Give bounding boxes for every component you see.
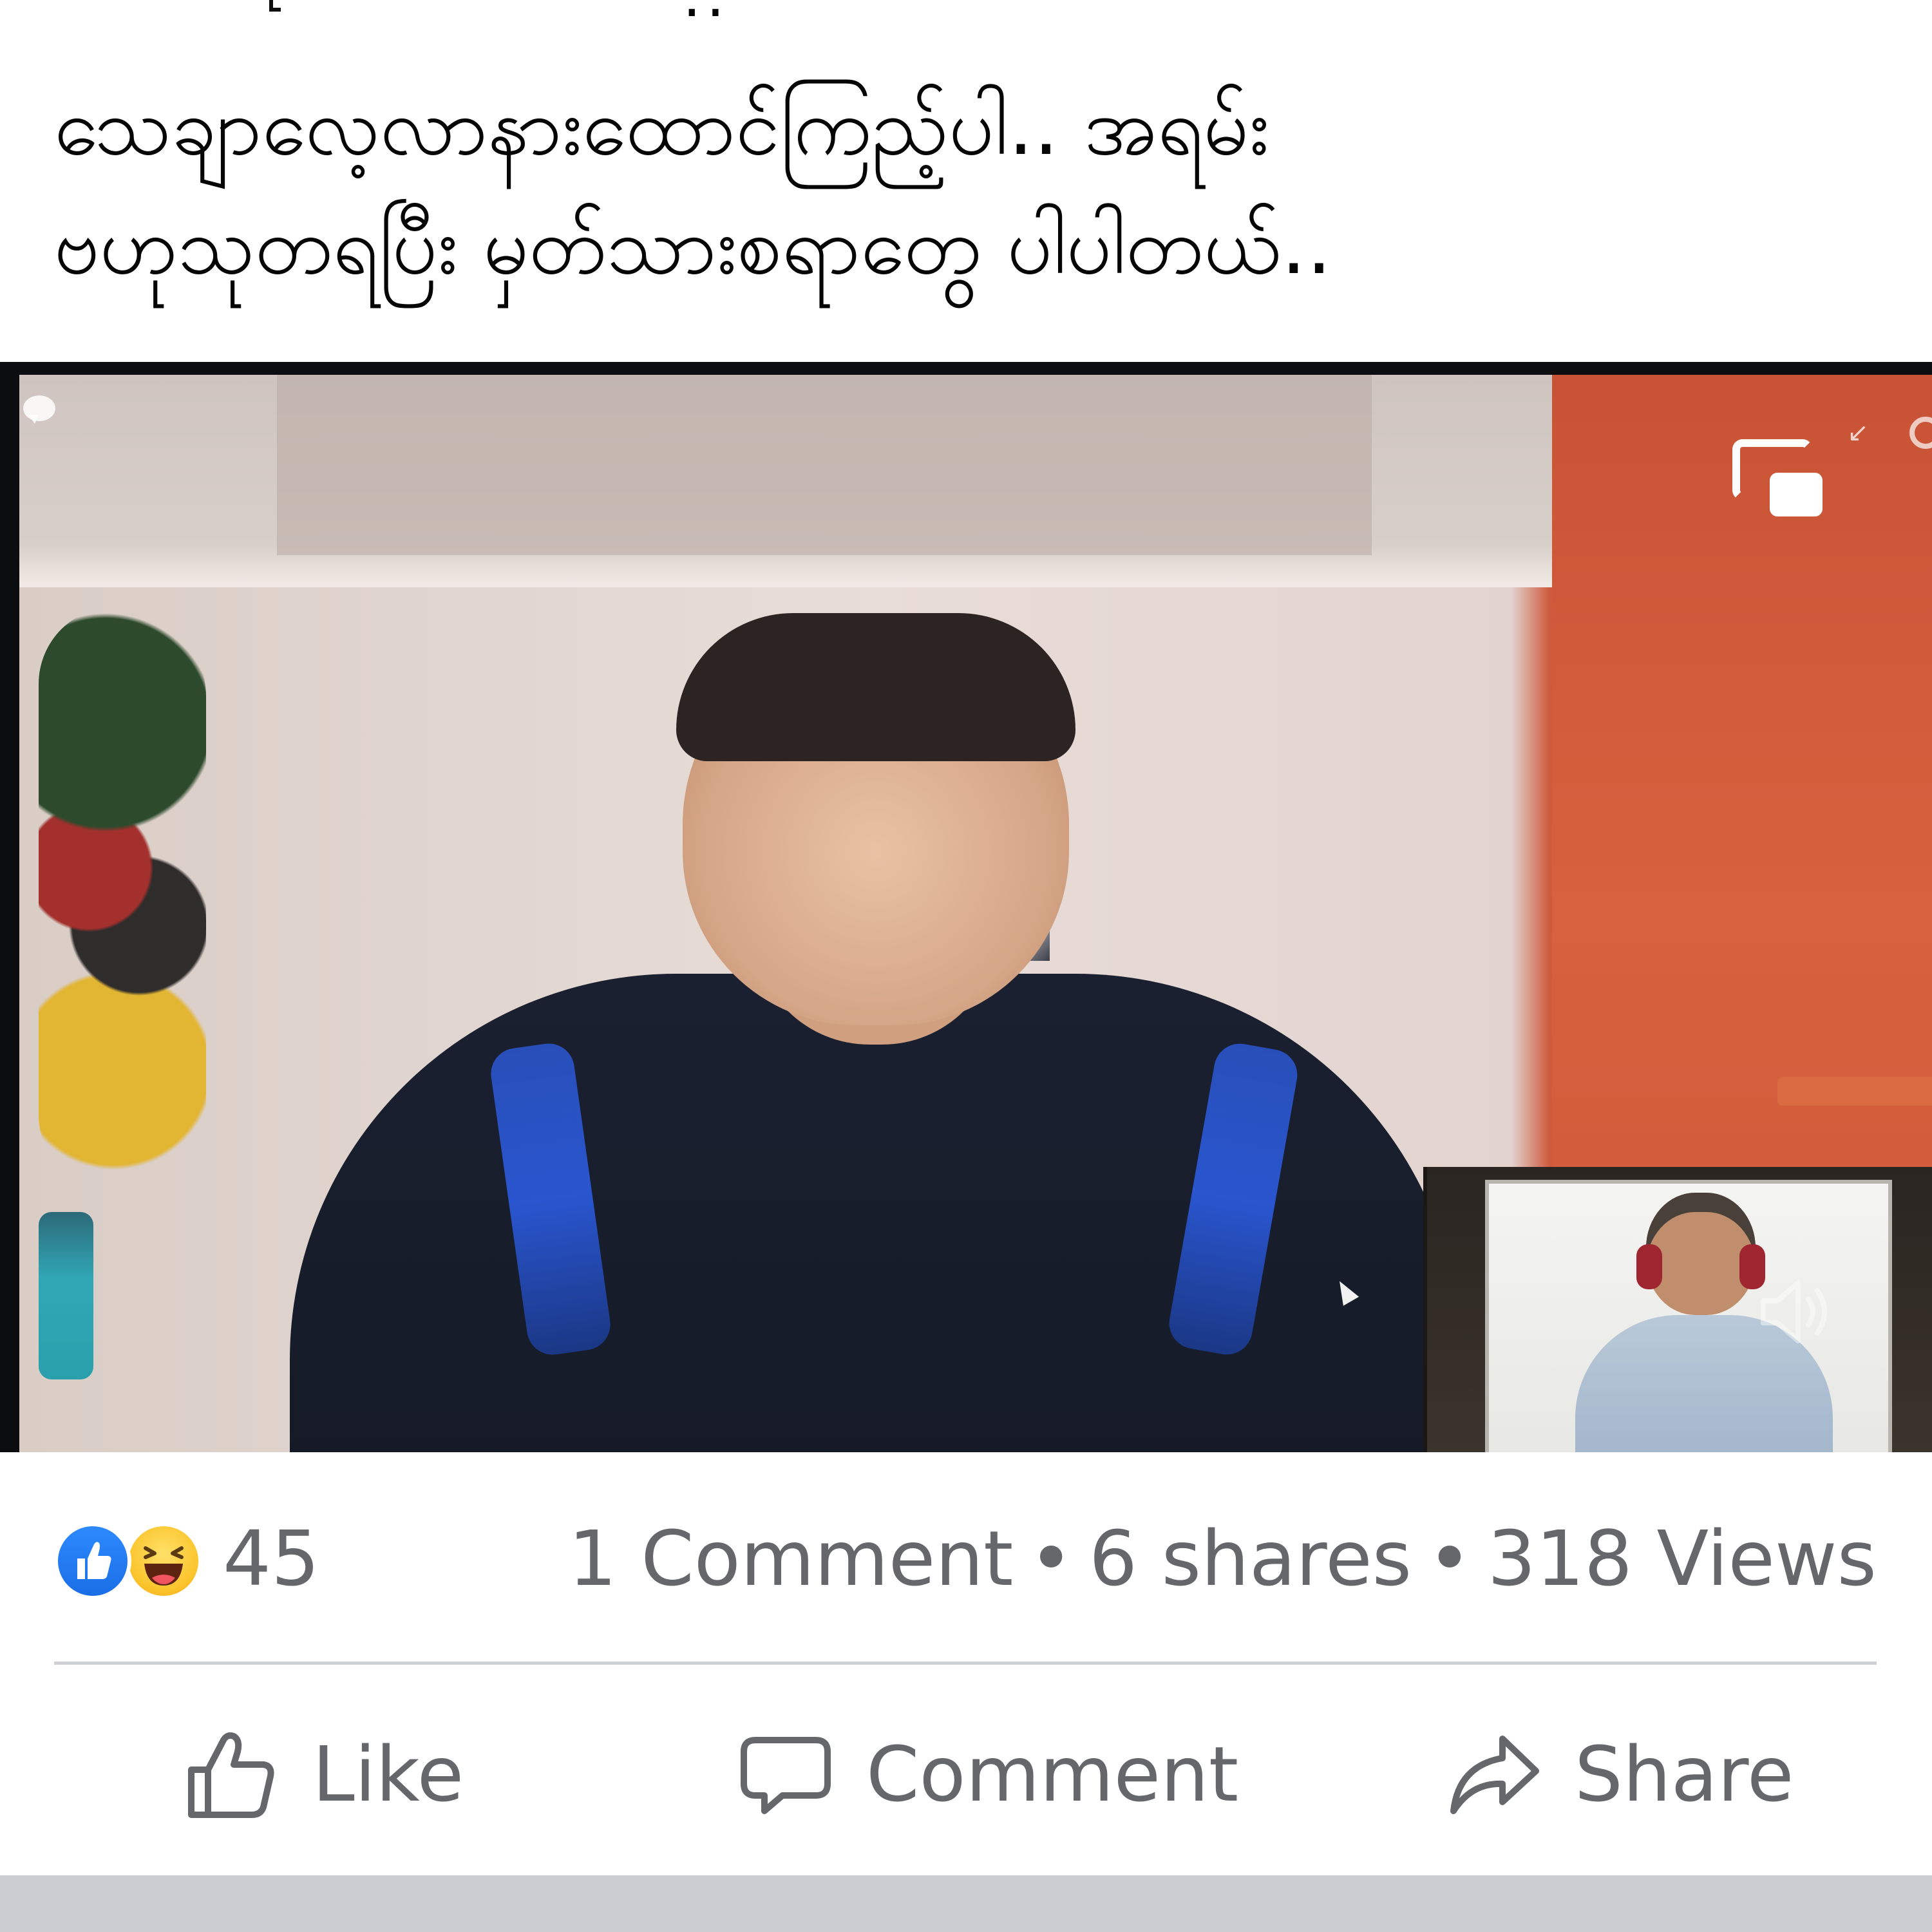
- comment-count[interactable]: 1 Comment: [569, 1514, 1014, 1603]
- volume-icon[interactable]: [1758, 1276, 1835, 1347]
- video-scene-bottle: [39, 1212, 93, 1379]
- like-reaction-icon: [54, 1522, 131, 1600]
- share-button[interactable]: Share: [1446, 1694, 1794, 1855]
- feed-separator: [0, 1875, 1932, 1932]
- reaction-summary: 45 1 Comment • 6 shares • 318 Views: [54, 1513, 1877, 1604]
- like-label: Like: [312, 1730, 464, 1819]
- minimize-icon[interactable]: ↙: [1842, 417, 1874, 449]
- comment-button[interactable]: Comment: [737, 1694, 1238, 1855]
- reaction-count[interactable]: 45: [223, 1517, 319, 1600]
- share-label: Share: [1575, 1730, 1794, 1819]
- reaction-icons[interactable]: [54, 1522, 209, 1600]
- video-scene-shelf: [1777, 1077, 1932, 1106]
- stat-separator: •: [1427, 1514, 1472, 1603]
- view-count[interactable]: 318 Views: [1488, 1514, 1877, 1603]
- video-frame[interactable]: [19, 375, 1932, 1452]
- chat-bubble-icon[interactable]: [23, 395, 55, 424]
- post-stats: 1 Comment • 6 shares • 318 Views: [569, 1517, 1877, 1600]
- caption-fragment-text: ..: [683, 0, 730, 19]
- video-inset-speaker[interactable]: [1423, 1167, 1932, 1452]
- comment-bubble-icon: [741, 1737, 831, 1814]
- caption-line-2: ဗဟုသုတရပြီး မှတ်သားစရာတွေ ပါပါတယ်..: [54, 200, 1332, 292]
- video-player[interactable]: ↙: [0, 362, 1932, 1452]
- caption-fragment: ..: [264, 0, 753, 19]
- video-main-speaker: [290, 613, 1462, 1452]
- divider: [54, 1662, 1877, 1665]
- picture-in-picture-icon[interactable]: [1732, 439, 1823, 516]
- caption-line-1: သေချာလေ့လာနားထောင်ကြည့်ပါ.. အရမ်း: [54, 80, 1269, 173]
- comment-label: Comment: [866, 1730, 1239, 1819]
- post-caption[interactable]: သေချာလေ့လာနားထောင်ကြည့်ပါ.. အရမ်း ဗဟုသုတ…: [54, 68, 1857, 306]
- caption-glyph-fragment: [269, 0, 281, 12]
- stat-separator: •: [1028, 1514, 1074, 1603]
- thumbs-up-icon: [188, 1732, 274, 1818]
- video-scene-clothes: [39, 607, 206, 1186]
- share-arrow-icon: [1450, 1736, 1539, 1814]
- share-count[interactable]: 6 shares: [1089, 1514, 1412, 1603]
- like-button[interactable]: Like: [184, 1694, 464, 1855]
- haha-reaction-icon: [125, 1522, 202, 1600]
- action-bar: Like Comment Share: [0, 1694, 1932, 1855]
